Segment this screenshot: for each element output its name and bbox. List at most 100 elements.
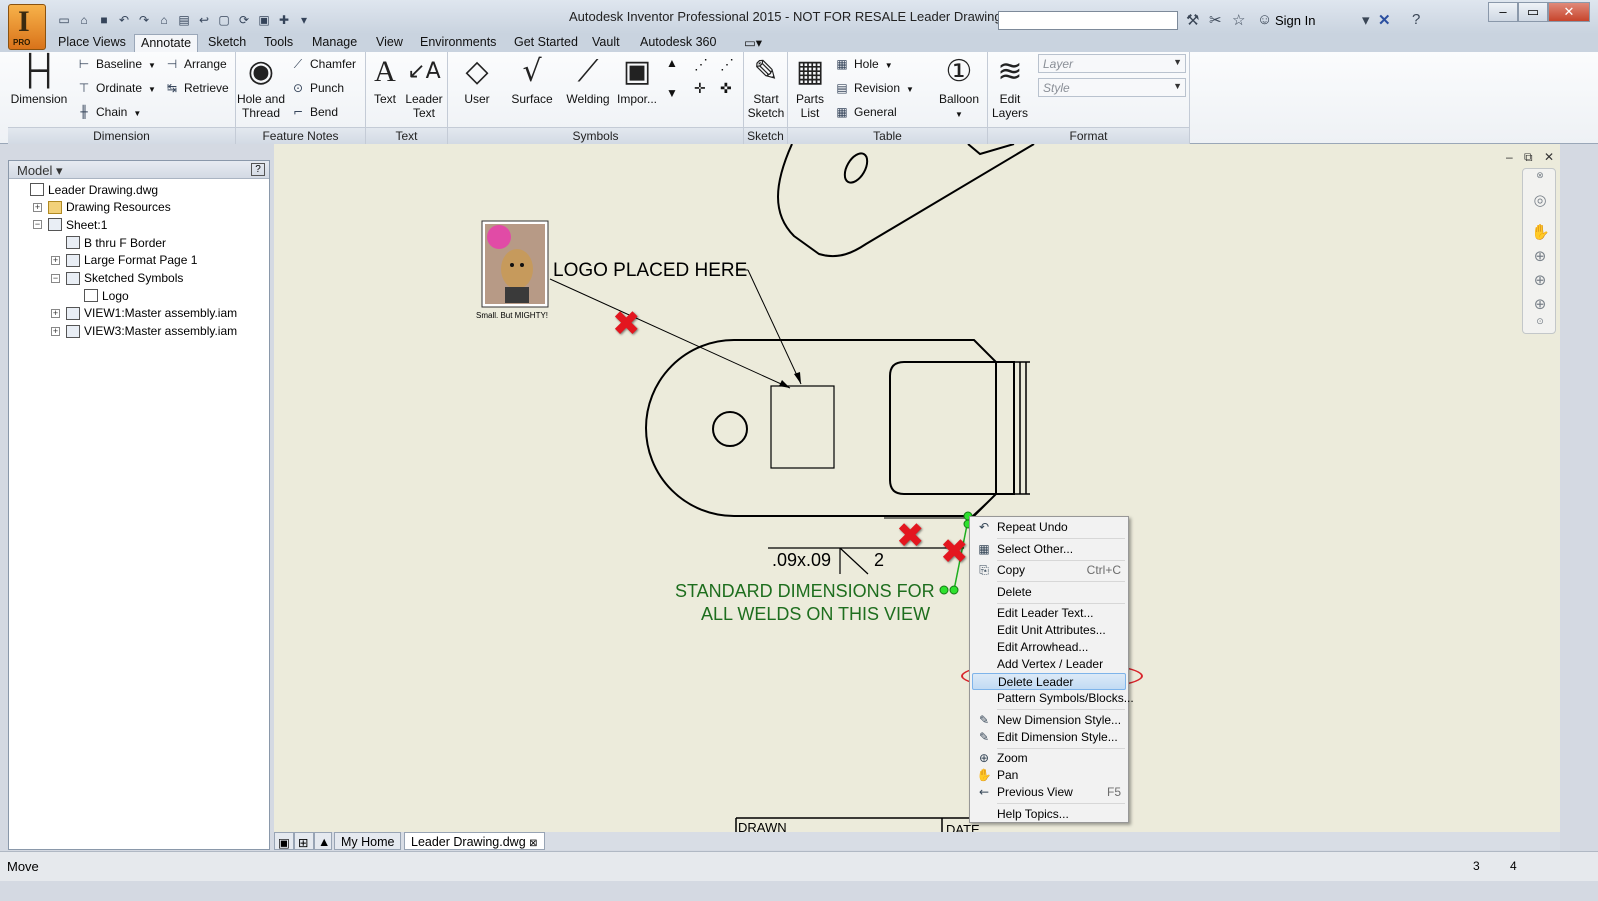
symbols-gallery-up[interactable]: ▲ xyxy=(666,56,678,70)
customize-qat-icon[interactable]: ▾ xyxy=(296,13,312,27)
tab-vault[interactable]: Vault xyxy=(586,34,626,52)
tools-icon[interactable]: ✂ xyxy=(1209,11,1222,29)
application-menu-button[interactable]: I PRO xyxy=(8,4,46,50)
expander-icon[interactable]: + xyxy=(51,326,60,336)
browser-node[interactable]: Leader Drawing.dwg xyxy=(15,181,158,198)
exchange-icon[interactable]: ✕ xyxy=(1378,11,1391,29)
home-icon[interactable]: ⌂ xyxy=(156,13,172,27)
context-menu-item[interactable]: ⊕ Zoom xyxy=(972,750,1126,767)
redo-icon[interactable]: ↷ xyxy=(136,13,152,27)
retrieve-button[interactable]: ↹ Retrieve xyxy=(164,81,229,95)
doc-tab-my-home[interactable]: My Home xyxy=(334,832,402,850)
weld-note-line-2[interactable]: ALL WELDS ON THIS VIEW xyxy=(701,604,930,624)
browser-node[interactable]: + VIEW3:Master assembly.iam xyxy=(51,323,237,340)
return-icon[interactable]: ↩ xyxy=(196,13,212,27)
datum-target-icon[interactable]: ⋰ xyxy=(694,56,708,73)
dimension-button[interactable]: ├┤ Dimension xyxy=(10,54,68,106)
symbols-panel-title[interactable]: Symbols xyxy=(448,127,743,144)
chain-button[interactable]: ╫ Chain ▼ xyxy=(76,105,141,119)
project-icon[interactable]: ▣ xyxy=(256,13,272,27)
browser-help-icon[interactable]: ? xyxy=(251,163,265,176)
new-icon[interactable]: ▭ xyxy=(56,13,72,27)
browser-node[interactable]: + VIEW1:Master assembly.iam xyxy=(51,305,237,322)
punch-button[interactable]: ⊙ Punch xyxy=(290,81,344,95)
print-icon[interactable]: ▤ xyxy=(176,13,192,27)
context-menu-item[interactable]: ⎘ Copy Ctrl+C xyxy=(972,562,1126,579)
general-table-button[interactable]: ▦ General xyxy=(834,105,896,119)
select-icon[interactable]: ▢ xyxy=(216,13,232,27)
expander-icon[interactable]: + xyxy=(51,308,60,318)
context-menu-item[interactable]: ↶ Repeat Undo xyxy=(972,519,1126,536)
hole-and-thread-button[interactable]: ◉ Hole and Thread xyxy=(236,54,286,120)
leader-grip-start[interactable] xyxy=(939,585,949,595)
expander-icon[interactable]: − xyxy=(33,220,42,230)
browser-node[interactable]: − Sketched Symbols xyxy=(51,270,183,287)
context-menu-item[interactable]: ✋ Pan xyxy=(972,767,1126,784)
tab-list-icon[interactable]: ▲ xyxy=(314,832,332,850)
weld-dimension-right[interactable]: 2 xyxy=(874,550,884,570)
dropdown-icon[interactable]: ▾ xyxy=(1362,11,1370,29)
navbar-close-icon[interactable]: ⊗ xyxy=(1531,171,1549,189)
navbar-options-icon[interactable]: ⊙ xyxy=(1531,317,1549,335)
browser-node[interactable]: − Sheet:1 xyxy=(33,216,107,233)
symbols-gallery-down[interactable]: ▼ xyxy=(666,86,678,100)
expander-icon[interactable]: + xyxy=(51,255,60,265)
save-icon[interactable]: ■ xyxy=(96,13,112,27)
leader-note-text[interactable]: LOGO PLACED HERE xyxy=(553,260,747,281)
expander-icon[interactable]: + xyxy=(33,202,42,212)
context-menu-item[interactable]: Edit Leader Text... xyxy=(972,605,1126,622)
zoom-all-icon[interactable]: ⊕ xyxy=(1531,271,1549,289)
pan-icon[interactable]: ✋ xyxy=(1531,223,1550,241)
context-menu-item[interactable]: Edit Unit Attributes... xyxy=(972,622,1126,639)
layer-combo[interactable]: Layer xyxy=(1038,54,1186,73)
feature-notes-panel-title[interactable]: Feature Notes xyxy=(236,127,365,144)
zoom-icon[interactable]: ⊕ xyxy=(1531,247,1549,265)
open-icon[interactable]: ⌂ xyxy=(76,13,92,27)
context-menu-item[interactable]: ▦ Select Other... xyxy=(972,541,1126,558)
tab-manage[interactable]: Manage xyxy=(306,34,363,52)
tab-get-started[interactable]: Get Started xyxy=(508,34,584,52)
welding-button[interactable]: ⟋ Welding xyxy=(560,54,616,106)
revision-table-button[interactable]: ▤ Revision ▼ xyxy=(834,81,914,95)
surface-button[interactable]: √ Surface xyxy=(504,54,560,106)
context-menu-item[interactable]: Help Topics... xyxy=(972,806,1126,823)
steering-wheel-icon[interactable]: ◎ xyxy=(1531,191,1549,209)
datum-identifier-icon[interactable]: ⋰ xyxy=(720,56,734,73)
measure-icon[interactable]: ✚ xyxy=(276,13,292,27)
doc-tab-leader-drawing[interactable]: Leader Drawing.dwg ⊠ xyxy=(404,832,545,850)
undo-icon[interactable]: ↶ xyxy=(116,13,132,27)
expander-icon[interactable]: − xyxy=(51,273,60,283)
ordinate-button[interactable]: ⊤ Ordinate ▼ xyxy=(76,81,156,95)
tab-annotate[interactable]: Annotate xyxy=(134,34,199,52)
user-symbol-button[interactable]: ◇ User xyxy=(452,54,502,106)
sketch-panel-title[interactable]: Sketch xyxy=(744,127,787,144)
style-combo[interactable]: Style xyxy=(1038,78,1186,97)
browser-node[interactable]: + Drawing Resources xyxy=(33,199,171,216)
drawing-canvas[interactable]: Small. But MIGHTY! LOGO PLACED HERE .09x… xyxy=(274,144,1560,832)
context-menu-item[interactable]: Delete Leader xyxy=(972,673,1126,690)
import-button[interactable]: ▣ Impor... xyxy=(612,54,662,106)
tab-tools[interactable]: Tools xyxy=(258,34,299,52)
parts-list-button[interactable]: ▦ Parts List xyxy=(790,54,830,120)
canvas-close-icon[interactable]: ✕ xyxy=(1544,150,1554,164)
context-menu-item[interactable]: ✎ Edit Dimension Style... xyxy=(972,729,1126,746)
text-panel-title[interactable]: Text xyxy=(366,127,447,144)
tab-view[interactable]: View xyxy=(370,34,409,52)
browser-node[interactable]: + Large Format Page 1 xyxy=(51,252,197,269)
context-menu-item[interactable]: ← Previous View F5 xyxy=(972,784,1126,801)
context-menu-item[interactable]: Delete xyxy=(972,584,1126,601)
edit-layers-button[interactable]: ≋ Edit Layers xyxy=(990,54,1030,120)
context-menu-item[interactable]: Add Vertex / Leader xyxy=(972,656,1126,673)
close-tab-icon[interactable]: ⊠ xyxy=(529,838,537,849)
close-button[interactable]: ✕ xyxy=(1548,2,1590,22)
help-search-input[interactable] xyxy=(998,11,1178,30)
sign-in-button[interactable]: Sign In xyxy=(1275,13,1315,28)
arrange-windows-icon[interactable]: ⊞ xyxy=(294,832,314,850)
hole-table-button[interactable]: ▦ Hole ▼ xyxy=(834,57,892,71)
browser-title-dropdown[interactable]: Model ▾ xyxy=(17,163,63,179)
canvas-minimize-icon[interactable]: – xyxy=(1506,150,1513,164)
help-icon[interactable]: ? xyxy=(1412,11,1420,28)
text-button[interactable]: A Text xyxy=(368,54,402,106)
baseline-button[interactable]: ⊢ Baseline ▼ xyxy=(76,57,156,71)
zoom-window-icon[interactable]: ⊕ xyxy=(1531,295,1549,313)
